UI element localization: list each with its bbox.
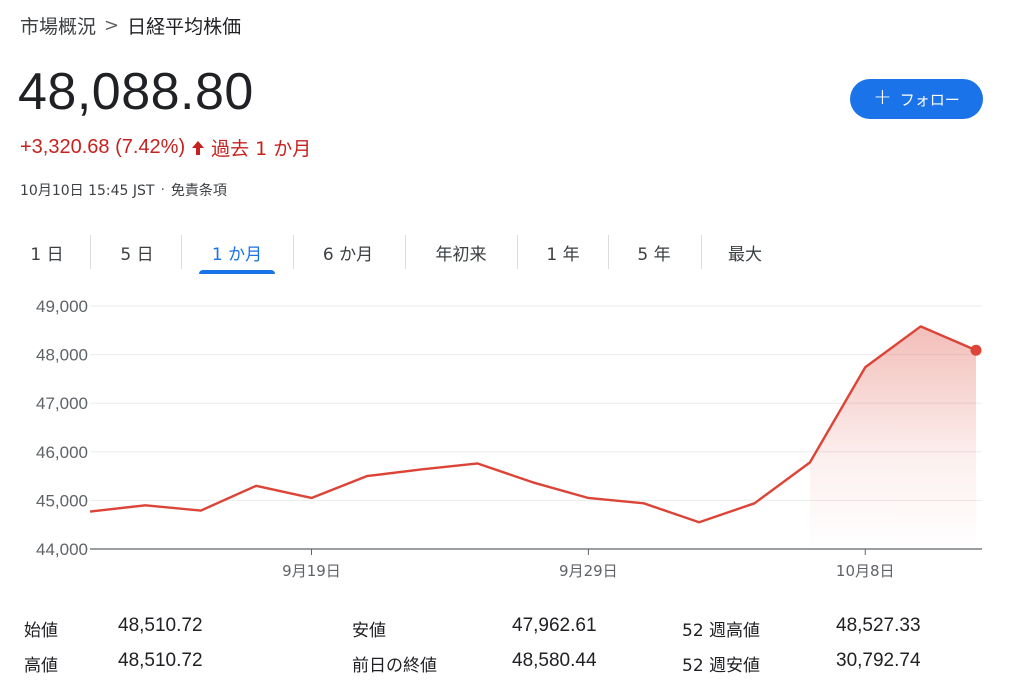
arrow-up-icon — [191, 140, 205, 156]
tab-label: 1 年 — [546, 244, 580, 265]
plus-icon: + — [873, 85, 892, 110]
data-point — [531, 480, 535, 484]
x-tick-label: 9月19日 — [282, 562, 341, 580]
change-period: 過去 1 か月 — [211, 138, 312, 160]
stat-label-open: 始値 — [24, 621, 58, 641]
tab-label: 1 日 — [30, 244, 64, 265]
data-point — [476, 461, 480, 465]
current-price-dot — [970, 344, 982, 356]
y-tick-label: 44,000 — [36, 540, 88, 559]
data-point — [863, 365, 867, 369]
timestamp: 10月10日 15:45 JST — [20, 183, 155, 199]
price-change: +3,320.68 (7.42%) 過去 1 か月 — [20, 134, 311, 161]
y-tick-label: 47,000 — [36, 394, 88, 413]
stat-label-low: 安値 — [352, 621, 386, 641]
tab-divider — [701, 235, 702, 269]
price-chart-svg: 44,000 45,000 46,000 47,000 48,000 49,000 9月19… — [36, 297, 982, 580]
data-point — [586, 496, 590, 500]
tab-label: 1 か月 — [211, 244, 263, 265]
stat-label-52w-high: 52 週高値 — [682, 621, 761, 641]
data-point — [919, 324, 923, 328]
follow-button[interactable]: + フォロー — [850, 79, 983, 119]
quote-meta: 10月10日 15:45 JST · 免責条項 — [20, 180, 227, 200]
tab-ytd[interactable]: 年初来 — [430, 234, 492, 270]
y-tick-label: 45,000 — [36, 491, 88, 510]
tab-label: 6 か月 — [322, 244, 374, 265]
breadcrumb-separator: > — [104, 15, 120, 36]
follow-button-label: フォロー — [899, 90, 960, 109]
tab-divider — [181, 235, 182, 269]
data-point — [808, 460, 812, 464]
stat-value-52w-high: 48,527.33 — [836, 615, 921, 636]
data-point — [365, 474, 369, 478]
tab-divider — [90, 235, 91, 269]
breadcrumb: 市場概況 > 日経平均株価 — [20, 12, 241, 39]
key-stats: 始値 48,510.72 高値 48,510.72 安値 47,962.61 前… — [0, 610, 1024, 690]
stat-label-52w-low: 52 週安値 — [682, 656, 761, 676]
y-tick-label: 46,000 — [36, 443, 88, 462]
data-point — [310, 496, 314, 500]
data-point — [88, 510, 92, 514]
disclaimer-link[interactable]: 免責条項 — [171, 180, 227, 200]
tab-5-years[interactable]: 5 年 — [633, 234, 675, 270]
data-point — [642, 501, 646, 505]
tab-5-days[interactable]: 5 日 — [116, 234, 158, 270]
data-point — [254, 484, 258, 488]
stat-value-prev-close: 48,580.44 — [512, 650, 597, 671]
breadcrumb-current: 日経平均株価 — [127, 16, 242, 38]
tab-1-day[interactable]: 1 日 — [26, 234, 68, 270]
stat-label-high: 高値 — [24, 656, 58, 676]
data-point — [143, 503, 147, 507]
data-point — [420, 467, 424, 471]
data-point — [753, 501, 757, 505]
y-tick-label: 49,000 — [36, 297, 88, 316]
tab-divider — [608, 235, 609, 269]
tab-1-year[interactable]: 1 年 — [542, 234, 584, 270]
data-point — [697, 520, 701, 524]
stat-value-high: 48,510.72 — [118, 650, 203, 671]
breadcrumb-market-overview[interactable]: 市場概況 — [20, 12, 96, 39]
tab-max[interactable]: 最大 — [724, 234, 766, 270]
data-point — [199, 509, 203, 513]
tab-1-month[interactable]: 1 か月 — [199, 234, 275, 274]
stat-label-prev-close: 前日の終値 — [352, 656, 437, 676]
range-tabs: 1 日 5 日 1 か月 6 か月 年初来 1 年 5 年 最大 — [0, 232, 766, 274]
tab-divider — [517, 235, 518, 269]
change-value: +3,320.68 (7.42%) — [20, 136, 186, 158]
stat-value-low: 47,962.61 — [512, 615, 597, 636]
tab-label: 最大 — [728, 244, 762, 265]
x-tick-label: 9月29日 — [559, 562, 618, 580]
tab-label: 年初来 — [435, 244, 487, 265]
tab-divider — [405, 235, 406, 269]
tab-label: 5 年 — [637, 244, 671, 265]
current-price: 48,088.80 — [18, 63, 254, 121]
stat-value-open: 48,510.72 — [118, 615, 203, 636]
tab-divider — [293, 235, 294, 269]
x-tick-label: 10月8日 — [836, 562, 895, 580]
y-tick-label: 48,000 — [36, 346, 88, 365]
stat-value-52w-low: 30,792.74 — [836, 650, 921, 671]
price-chart[interactable]: 44,000 45,000 46,000 47,000 48,000 49,000 9月19… — [0, 280, 1024, 600]
tab-label: 5 日 — [120, 244, 154, 265]
tab-6-months[interactable]: 6 か月 — [316, 234, 380, 270]
meta-separator: · — [160, 182, 165, 198]
price-area-fill — [809, 326, 976, 549]
